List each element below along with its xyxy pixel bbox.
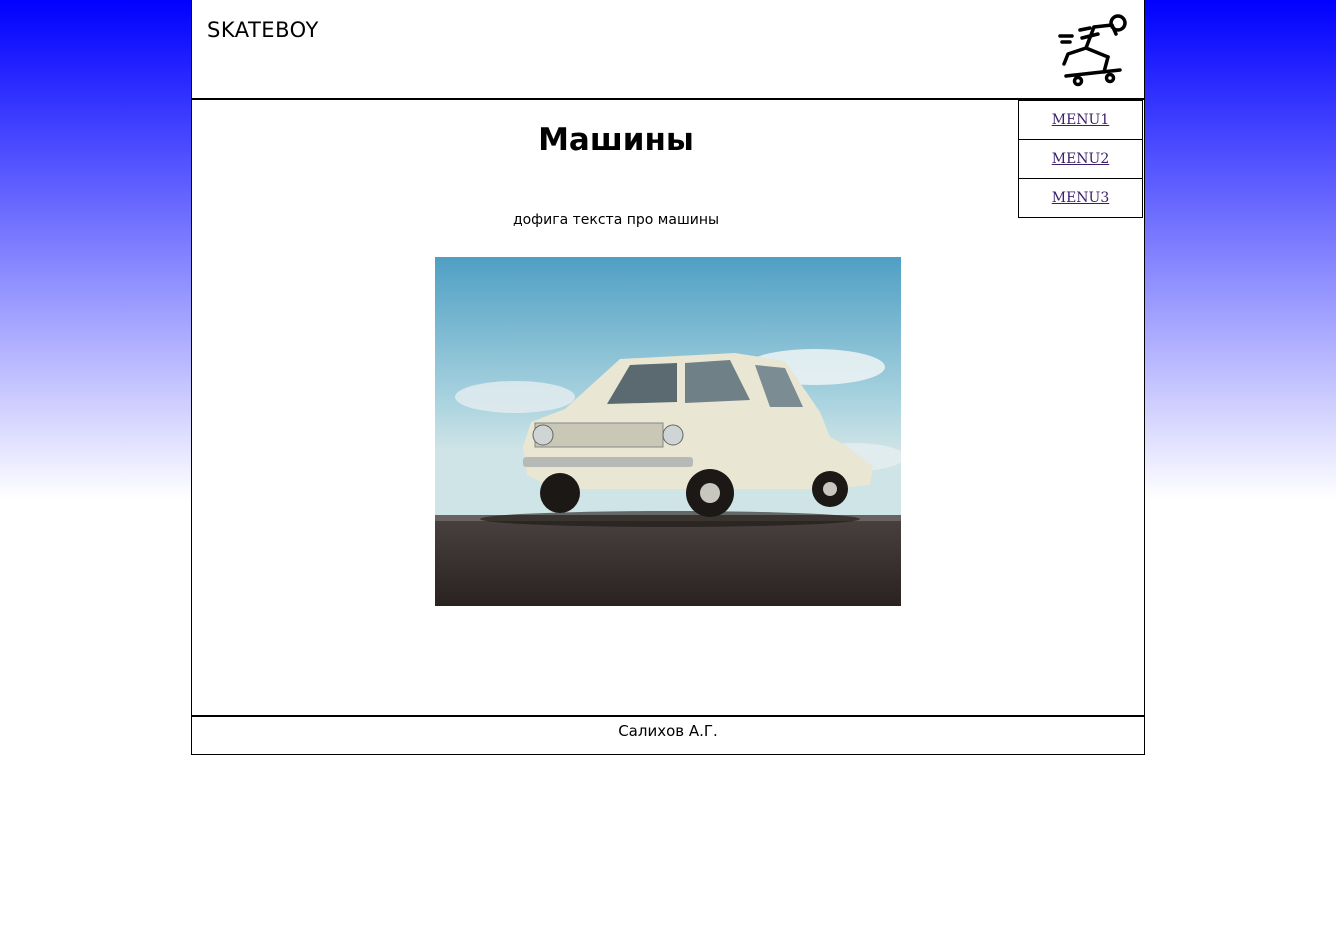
footer-author: Салихов А.Г. bbox=[618, 722, 718, 740]
side-menu: MENU1 MENU2 MENU3 bbox=[1018, 100, 1143, 218]
menu-link-1[interactable]: MENU1 bbox=[1052, 112, 1110, 128]
site-brand: SKATEBOY bbox=[207, 18, 319, 42]
car-photo bbox=[435, 257, 901, 606]
body-text: дофига текста про машины bbox=[512, 212, 720, 228]
menu-link-3[interactable]: MENU3 bbox=[1052, 190, 1110, 206]
site-header: SKATEBOY bbox=[192, 0, 1144, 100]
menu-link-2[interactable]: MENU2 bbox=[1052, 151, 1110, 167]
page-title: Машины bbox=[538, 122, 694, 158]
site-footer: Салихов А.Г. bbox=[192, 715, 1144, 756]
skateboarder-icon bbox=[1058, 10, 1130, 90]
page-container: SKATEBOY MENU1 MENU2 MENU3 Машины дофига… bbox=[191, 0, 1145, 755]
